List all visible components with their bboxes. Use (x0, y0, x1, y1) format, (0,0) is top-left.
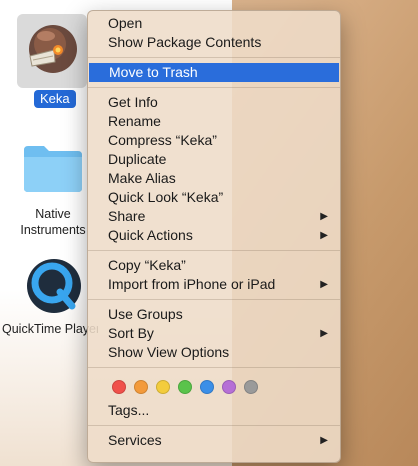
menu-item-label: Compress “Keka” (108, 132, 217, 148)
menu-item-label: Tags... (108, 402, 150, 418)
context-menu: Open Show Package Contents Move to Trash… (87, 10, 341, 463)
menu-item-rename[interactable]: Rename (88, 112, 340, 131)
menu-item-use-groups[interactable]: Use Groups (88, 305, 340, 324)
menu-separator (88, 425, 340, 426)
menu-separator (88, 299, 340, 300)
folder-icon[interactable] (22, 142, 84, 194)
menu-separator (88, 367, 340, 368)
menu-item-import-from-iphone[interactable]: Import from iPhone or iPad ▶ (88, 275, 340, 294)
chevron-right-icon: ▶ (320, 211, 328, 222)
folder-label[interactable]: Native Instruments (10, 206, 96, 238)
menu-item-label: Copy “Keka” (108, 257, 186, 273)
chevron-right-icon: ▶ (320, 230, 328, 241)
tag-green[interactable] (178, 380, 192, 394)
keka-app-icon[interactable] (24, 20, 82, 78)
quicktime-icon[interactable] (24, 256, 84, 316)
chevron-right-icon: ▶ (320, 279, 328, 290)
tag-purple[interactable] (222, 380, 236, 394)
tag-colors-row (88, 373, 340, 401)
menu-item-open[interactable]: Open (88, 14, 340, 33)
tag-yellow[interactable] (156, 380, 170, 394)
chevron-right-icon: ▶ (320, 435, 328, 446)
menu-item-label: Share (108, 208, 146, 224)
menu-item-move-to-trash[interactable]: Move to Trash (89, 63, 339, 82)
menu-separator (88, 57, 340, 58)
menu-item-sort-by[interactable]: Sort By ▶ (88, 324, 340, 343)
menu-item-show-package-contents[interactable]: Show Package Contents (88, 33, 340, 52)
menu-item-label: Quick Actions (108, 227, 193, 243)
menu-item-duplicate[interactable]: Duplicate (88, 150, 340, 169)
menu-item-services[interactable]: Services ▶ (88, 431, 340, 450)
tag-gray[interactable] (244, 380, 258, 394)
keka-label[interactable]: Keka (34, 90, 76, 108)
menu-item-show-view-options[interactable]: Show View Options (88, 343, 340, 362)
menu-item-label: Duplicate (108, 151, 167, 167)
menu-item-label: Move to Trash (109, 64, 198, 80)
menu-item-label: Services (108, 432, 162, 448)
menu-item-label: Rename (108, 113, 161, 129)
menu-item-share[interactable]: Share ▶ (88, 207, 340, 226)
menu-item-label: Open (108, 15, 143, 31)
menu-item-make-alias[interactable]: Make Alias (88, 169, 340, 188)
menu-item-get-info[interactable]: Get Info (88, 93, 340, 112)
menu-item-label: Import from iPhone or iPad (108, 276, 276, 292)
quicktime-label[interactable]: QuickTime Player (2, 322, 98, 336)
menu-item-tags[interactable]: Tags... (88, 401, 340, 420)
chevron-right-icon: ▶ (320, 328, 328, 339)
menu-item-label: Get Info (108, 94, 158, 110)
menu-item-label: Use Groups (108, 306, 183, 322)
menu-separator (88, 250, 340, 251)
menu-item-quick-look[interactable]: Quick Look “Keka” (88, 188, 340, 207)
menu-item-label: Sort By (108, 325, 154, 341)
tag-orange[interactable] (134, 380, 148, 394)
menu-item-label: Show Package Contents (108, 34, 262, 50)
menu-item-quick-actions[interactable]: Quick Actions ▶ (88, 226, 340, 245)
menu-item-copy[interactable]: Copy “Keka” (88, 256, 340, 275)
tag-blue[interactable] (200, 380, 214, 394)
menu-item-compress[interactable]: Compress “Keka” (88, 131, 340, 150)
menu-separator (88, 87, 340, 88)
menu-item-label: Quick Look “Keka” (108, 189, 224, 205)
menu-item-label: Make Alias (108, 170, 176, 186)
tag-red[interactable] (112, 380, 126, 394)
menu-item-label: Show View Options (108, 344, 230, 360)
